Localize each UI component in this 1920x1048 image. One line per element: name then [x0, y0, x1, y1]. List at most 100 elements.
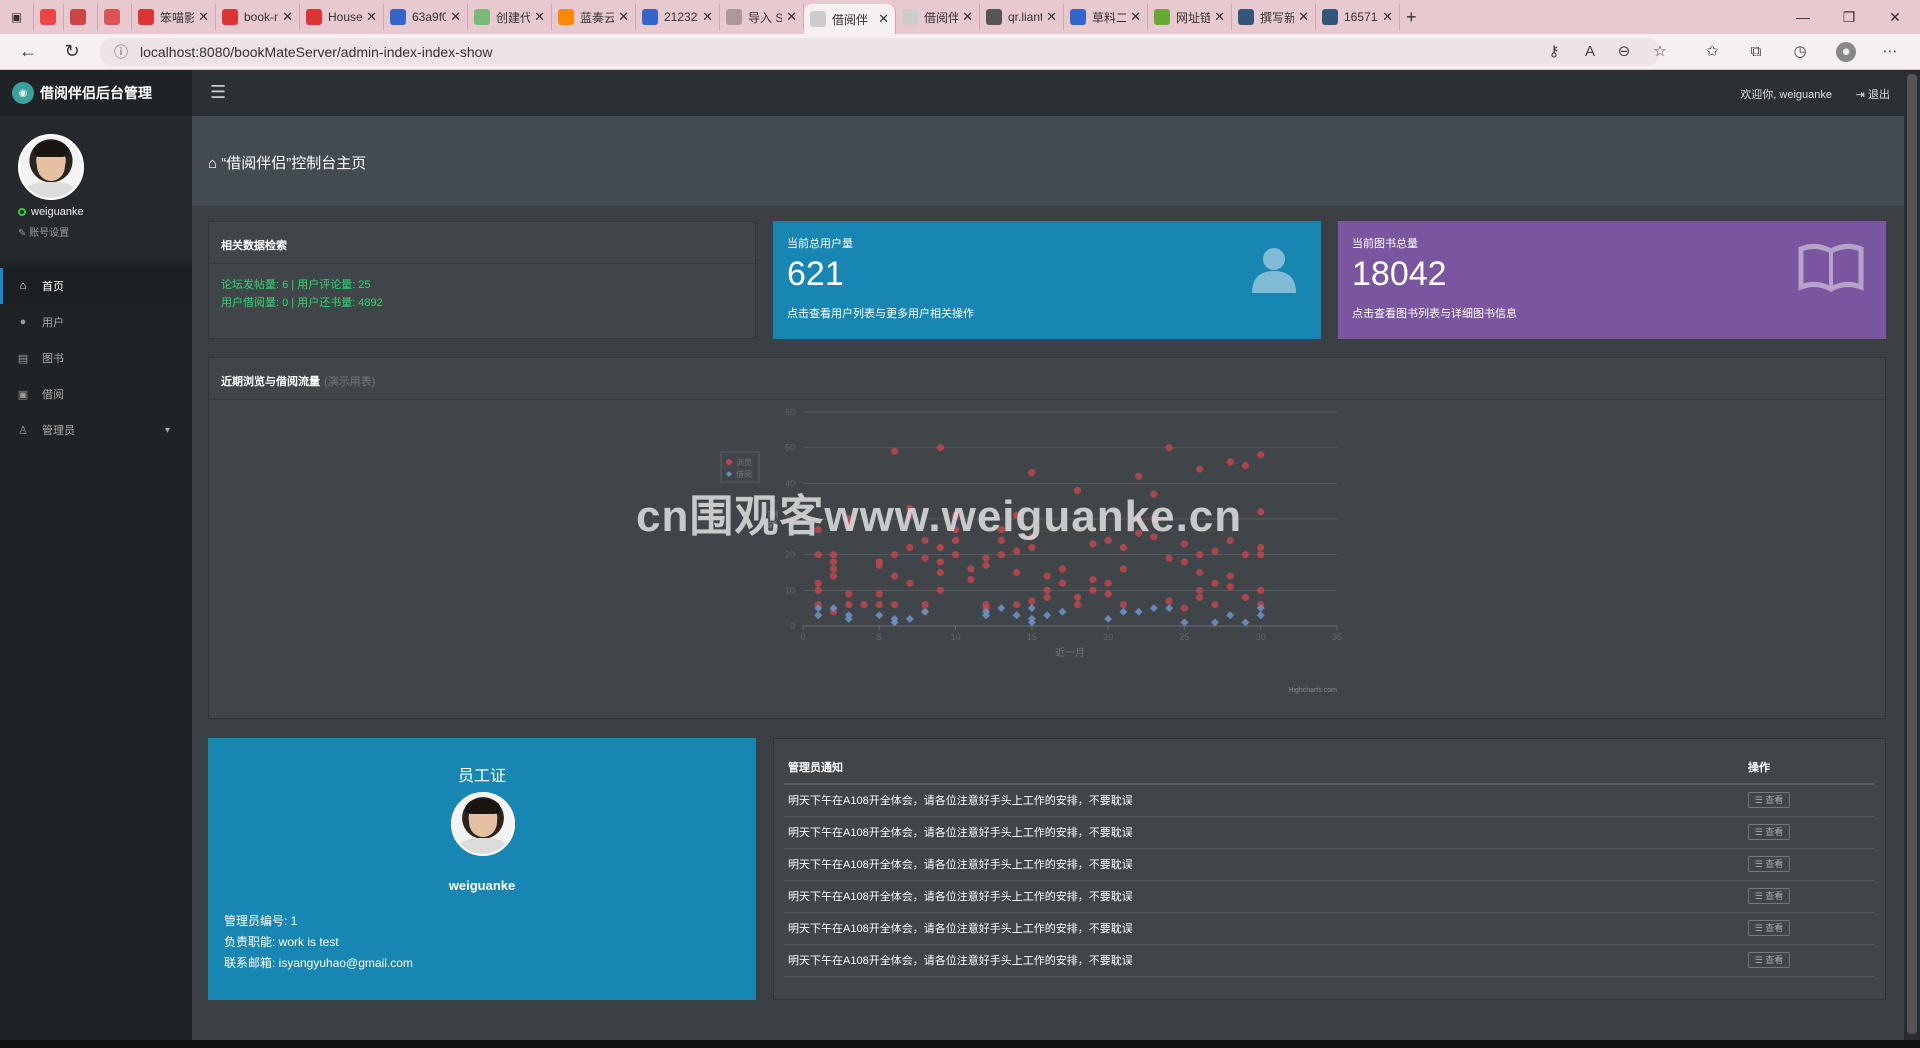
tab-favicon-icon [1154, 9, 1170, 25]
notice-row: 明天下午在A108开全体会，请各位注意好手头上工作的安排，不要耽误 ☰ 查看 [784, 816, 1874, 849]
minimize-icon[interactable]: — [1780, 0, 1826, 34]
refresh-icon[interactable]: ↻ [54, 34, 90, 70]
browser-tab[interactable]: qr.liant ✕ [980, 4, 1064, 30]
browser-tab[interactable] [98, 4, 132, 30]
tab-close-icon[interactable]: ✕ [282, 9, 293, 25]
view-button[interactable]: ☰ 查看 [1748, 952, 1790, 968]
tab-close-icon[interactable]: ✕ [1214, 9, 1225, 25]
sidebar-item-books[interactable]: ▤ 图书 [0, 340, 192, 376]
add-favorite-icon[interactable]: ☆ [1650, 42, 1670, 62]
tab-label: HouseR [328, 10, 363, 24]
view-button[interactable]: ☰ 查看 [1748, 824, 1790, 840]
chevron-down-icon[interactable]: ▾ [165, 425, 170, 436]
notice-action-cell: ☰ 查看 [1744, 784, 1874, 817]
borrow-point [1256, 611, 1265, 620]
tab-close-icon[interactable]: ✕ [450, 9, 461, 25]
browser-tab[interactable]: 借阅伴 ✕ [804, 4, 896, 34]
sidebar-item-users[interactable]: ● 用户 [0, 304, 192, 340]
books-stat-card[interactable]: 当前图书总量 18042 点击查看图书列表与详细图书信息 [1338, 221, 1886, 339]
tab-close-icon[interactable]: ✕ [962, 9, 973, 25]
borrow-point [1058, 607, 1067, 616]
browser-tab[interactable]: 蓝奏云 ✕ [552, 4, 636, 30]
tab-close-icon[interactable]: ✕ [878, 11, 889, 27]
browser-tab[interactable]: 21232f ✕ [636, 4, 720, 30]
sidebar-item-borrow[interactable]: ▣ 借阅 [0, 376, 192, 412]
x-tick-label: 15 [1027, 632, 1037, 642]
browse-point [1074, 601, 1082, 609]
browse-point [1013, 547, 1021, 555]
tab-close-icon[interactable]: ✕ [702, 9, 713, 25]
url-field[interactable]: ⓘ localhost:8080/bookMateServer/admin-in… [100, 38, 1660, 66]
tab-close-icon[interactable]: ✕ [618, 9, 629, 25]
browse-point [1241, 461, 1250, 470]
sidebar-item-home[interactable]: ⌂ 首页 [0, 268, 192, 304]
view-button[interactable]: ☰ 查看 [1748, 888, 1790, 904]
tab-actions-button[interactable]: ▣ [0, 4, 34, 30]
new-tab-button[interactable]: + [1400, 4, 1423, 30]
browse-point [1211, 579, 1219, 587]
logout-link[interactable]: ⇥ 退出 [1856, 86, 1890, 102]
tab-close-icon[interactable]: ✕ [198, 9, 209, 25]
notice-row: 明天下午在A108开全体会，请各位注意好手头上工作的安排，不要耽误 ☰ 查看 [784, 944, 1874, 977]
restore-icon[interactable]: ❐ [1826, 0, 1872, 34]
browse-point [1013, 601, 1021, 609]
sidebar-toggle-icon[interactable]: ☰ [210, 82, 226, 103]
close-window-icon[interactable]: ✕ [1872, 0, 1918, 34]
tab-close-icon[interactable]: ✕ [366, 9, 377, 25]
notice-col-title: 管理员通知 [784, 751, 1744, 785]
avatar [18, 134, 84, 200]
view-button[interactable]: ☰ 查看 [1748, 920, 1790, 936]
browser-tab[interactable]: 笨喵影 ✕ [132, 4, 216, 30]
browser-tab[interactable]: 创建代 ✕ [468, 4, 552, 30]
browse-point [1211, 547, 1219, 555]
notice-text: 明天下午在A108开全体会，请各位注意好手头上工作的安排，不要耽误 [784, 816, 1744, 849]
browser-tab[interactable]: 导入 SC ✕ [720, 4, 804, 30]
browser-tab[interactable]: 网址链 ✕ [1148, 4, 1232, 30]
key-icon[interactable]: ⚷ [1544, 42, 1564, 62]
books-sub-link[interactable]: 点击查看图书列表与详细图书信息 [1352, 305, 1517, 321]
tab-close-icon[interactable]: ✕ [786, 9, 797, 25]
sidebar: ◉ 借阅伴侣后台管理 weiguanke ✎ 账号设置 ⌂ 首页 ● 用户 ▤ 图书 ▣ 借阅… [0, 70, 192, 1044]
more-icon[interactable]: ⋯ [1880, 42, 1900, 62]
browse-point [1196, 465, 1204, 473]
view-button[interactable]: ☰ 查看 [1748, 856, 1790, 872]
browse-point [1058, 565, 1066, 573]
account-settings-link[interactable]: ✎ 账号设置 [18, 224, 174, 239]
tab-close-icon[interactable]: ✕ [534, 9, 545, 25]
collections-icon[interactable]: ⧉ [1746, 42, 1766, 62]
back-icon[interactable]: ← [10, 34, 46, 70]
tab-close-icon[interactable]: ✕ [1298, 9, 1309, 25]
tab-favicon-icon [986, 9, 1002, 25]
home-icon: ⌂ [208, 155, 218, 172]
browser-tab[interactable]: book-m ✕ [216, 4, 300, 30]
welcome-text: 欢迎你, weiguanke [1740, 89, 1832, 101]
browse-point [1211, 601, 1219, 609]
zoom-out-icon[interactable]: ⊖ [1614, 42, 1634, 62]
browser-tab[interactable]: 草料二 ✕ [1064, 4, 1148, 30]
profile-icon[interactable]: ● [1836, 42, 1856, 62]
page-scrollbar[interactable] [1904, 70, 1920, 1044]
brand[interactable]: ◉ 借阅伴侣后台管理 [0, 70, 192, 116]
tab-close-icon[interactable]: ✕ [1046, 9, 1057, 25]
view-button[interactable]: ☰ 查看 [1748, 792, 1790, 809]
browse-point [1119, 565, 1127, 573]
tab-close-icon[interactable]: ✕ [1130, 9, 1141, 25]
read-aloud-icon[interactable]: A [1580, 42, 1600, 62]
scrollbar-thumb[interactable] [1907, 74, 1917, 1034]
browser-tab[interactable]: HouseR✕ [300, 4, 384, 30]
browser-tab[interactable]: 63a9f0 ✕ [384, 4, 468, 30]
browser-tab[interactable] [64, 4, 98, 30]
browser-tab[interactable] [34, 4, 64, 30]
favorites-icon[interactable]: ✩ [1702, 42, 1722, 62]
tab-close-icon[interactable]: ✕ [1382, 9, 1393, 25]
browser-tab[interactable]: 借阅伴 ✕ [896, 4, 980, 30]
browser-tab[interactable]: 165717 ✕ [1316, 4, 1400, 30]
history-icon[interactable]: ◷ [1790, 42, 1810, 62]
browser-tab[interactable]: 撰写新 ✕ [1232, 4, 1316, 30]
info-icon[interactable]: ⓘ [114, 42, 128, 62]
admin-icon: ♙ [18, 424, 28, 437]
users-sub-link[interactable]: 点击查看用户列表与更多用户相关操作 [787, 305, 974, 321]
borrow-point [1210, 618, 1219, 627]
sidebar-item-admin[interactable]: ♙ 管理员 ▾ [0, 412, 192, 448]
users-stat-card[interactable]: 当前总用户量 621 点击查看用户列表与更多用户相关操作 [773, 221, 1321, 339]
